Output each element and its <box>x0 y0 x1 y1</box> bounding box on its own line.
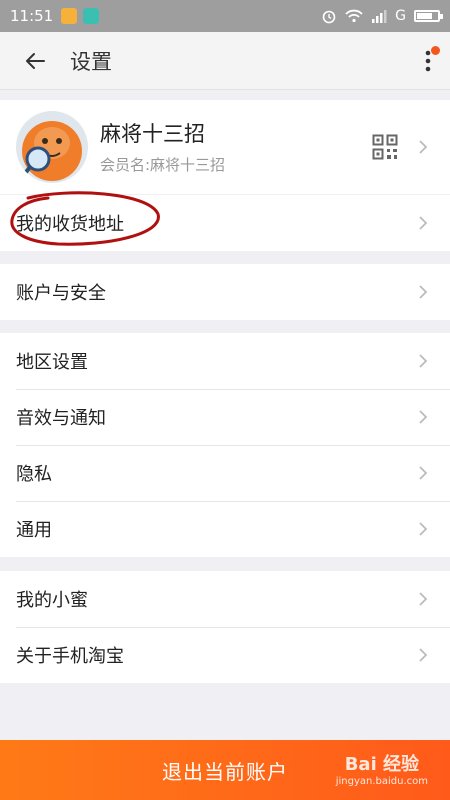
notification-dot <box>431 45 440 55</box>
watermark-url: jingyan.baidu.com <box>335 776 428 787</box>
chevron-right-icon <box>412 139 434 155</box>
wifi-icon <box>345 9 363 23</box>
more-vertical-icon <box>425 50 431 71</box>
status-icons: G <box>321 8 443 24</box>
battery-icon <box>414 10 443 22</box>
network-type: G <box>395 8 406 24</box>
status-bar: 11:51 G <box>0 0 450 32</box>
chevron-right-icon <box>412 409 434 425</box>
chevron-right-icon <box>412 465 434 481</box>
avatar[interactable] <box>16 111 88 183</box>
status-time: 11:51 <box>10 7 54 25</box>
settings-item-region[interactable]: 地区设置 <box>0 333 450 389</box>
settings-item-label: 账户与安全 <box>16 283 106 304</box>
settings-item-sound-notifications[interactable]: 音效与通知 <box>0 389 450 445</box>
alarm-icon <box>322 10 336 24</box>
chevron-right-icon <box>412 215 434 231</box>
settings-item-label: 地区设置 <box>16 352 88 373</box>
settings-item-address[interactable]: 我的收货地址 <box>0 195 450 251</box>
settings-item-label: 通用 <box>16 520 52 541</box>
chevron-right-icon <box>412 591 434 607</box>
settings-group-address: 我的收货地址 <box>0 195 450 251</box>
top-bar: 设置 <box>0 32 450 90</box>
settings-item-privacy[interactable]: 隐私 <box>0 445 450 501</box>
profile-card[interactable]: 麻将十三招 会员名:麻将十三招 <box>0 100 450 194</box>
settings-group-account: 账户与安全 <box>0 264 450 320</box>
settings-item-general[interactable]: 通用 <box>0 501 450 557</box>
watermark-brand: Bai 经验 <box>344 754 420 775</box>
arrow-left-icon <box>26 52 45 69</box>
settings-item-label: 音效与通知 <box>16 408 106 429</box>
chevron-right-icon <box>412 647 434 663</box>
back-button[interactable] <box>0 32 70 90</box>
settings-item-label: 隐私 <box>16 464 52 485</box>
page-title: 设置 <box>70 49 112 74</box>
watermark: Bai 经验 jingyan.baidu.com <box>336 750 428 787</box>
settings-item-label: 我的小蜜 <box>16 590 88 611</box>
profile-name: 麻将十三招 <box>100 121 205 146</box>
settings-group-about: 我的小蜜 关于手机淘宝 <box>0 571 450 683</box>
qr-code-icon[interactable] <box>372 134 398 160</box>
logout-label: 退出当前账户 <box>162 759 288 784</box>
settings-group-general: 地区设置 音效与通知 隐私 通用 <box>0 333 450 557</box>
app-notification-icon <box>83 8 100 24</box>
chevron-right-icon <box>412 353 434 369</box>
settings-item-label: 我的收货地址 <box>16 214 124 235</box>
settings-item-about[interactable]: 关于手机淘宝 <box>0 627 450 683</box>
settings-item-account-security[interactable]: 账户与安全 <box>0 264 450 320</box>
member-name: 会员名:麻将十三招 <box>100 155 226 174</box>
logout-button[interactable]: 退出当前账户 Bai 经验 jingyan.baidu.com <box>0 740 450 800</box>
profile-info: 麻将十三招 会员名:麻将十三招 <box>100 120 225 175</box>
more-menu-button[interactable] <box>406 32 450 90</box>
chevron-right-icon <box>412 284 434 300</box>
app-notification-icon <box>61 8 78 24</box>
settings-item-assistant[interactable]: 我的小蜜 <box>0 571 450 627</box>
signal-icon <box>372 10 387 23</box>
chevron-right-icon <box>412 521 434 537</box>
settings-item-label: 关于手机淘宝 <box>16 646 124 667</box>
